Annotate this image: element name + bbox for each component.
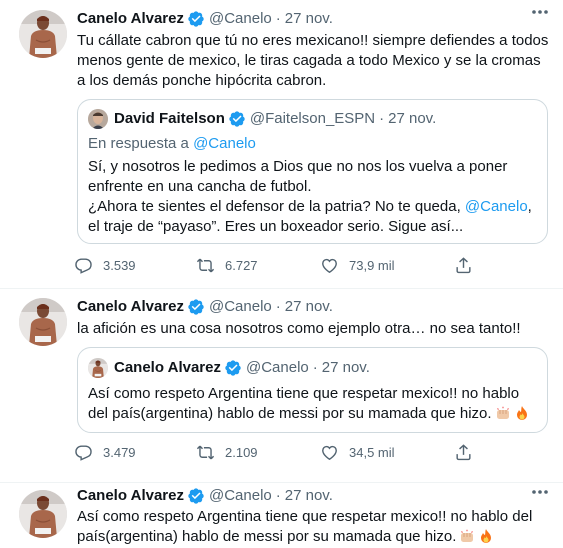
- like-icon: [322, 258, 337, 273]
- reply-button[interactable]: 3.539: [74, 254, 136, 276]
- verified-badge-icon: [187, 487, 205, 505]
- avatar-image: [19, 298, 67, 346]
- reply-icon: [75, 257, 92, 274]
- tweet-actions: 3.539 6.727 73,9 mil: [74, 254, 494, 276]
- quote-author-name: Canelo Alvarez: [114, 359, 221, 376]
- quote-text-2-before: ¿Ahora te sientes el defensor de la patr…: [88, 198, 465, 215]
- tweet-2[interactable]: Canelo Alvarez @Canelo · 27 nov. la afic…: [0, 289, 563, 483]
- fist-emoji-icon: [496, 406, 509, 419]
- quoted-tweet[interactable]: David Faitelson @Faitelson_ESPN · 27 nov…: [77, 99, 548, 244]
- verified-badge-icon: [224, 359, 242, 377]
- author-avatar[interactable]: [19, 298, 67, 346]
- verified-badge-icon: [228, 110, 246, 128]
- quote-avatar-image: [88, 109, 108, 129]
- author-avatar[interactable]: [19, 10, 67, 58]
- reply-prefix: En respuesta a: [88, 135, 189, 152]
- tweet-header: Canelo Alvarez @Canelo · 27 nov.: [77, 486, 333, 506]
- like-count: 34,5 mil: [349, 444, 395, 460]
- separator: ·: [275, 487, 281, 504]
- fist-emoji-icon: [461, 529, 474, 542]
- retweet-button[interactable]: 2.109: [196, 441, 258, 463]
- verified-badge-icon: [187, 298, 205, 316]
- tweet-text: la afición es una cosa nosotros como eje…: [77, 320, 521, 337]
- fire-emoji-icon: [481, 529, 492, 543]
- separator: ·: [275, 10, 281, 27]
- quote-author-handle: @Canelo: [246, 359, 309, 376]
- tweet-text: Así como respeto Argentina tiene que res…: [77, 507, 551, 547]
- reply-count: 3.539: [103, 257, 136, 273]
- more-icon[interactable]: [531, 9, 549, 15]
- retweet-count: 6.727: [225, 257, 258, 273]
- author-name[interactable]: Canelo Alvarez: [77, 297, 184, 317]
- author-name[interactable]: Canelo Alvarez: [77, 486, 184, 506]
- quote-header: Canelo Alvarez @Canelo · 27 nov.: [88, 358, 370, 378]
- separator: ·: [379, 110, 385, 127]
- tweet-feed: Canelo Alvarez @Canelo · 27 nov. Tu cáll…: [0, 0, 563, 548]
- quoted-tweet[interactable]: Canelo Alvarez @Canelo · 27 nov. Así com…: [77, 347, 548, 433]
- retweet-icon: [196, 258, 215, 272]
- quote-avatar: [88, 109, 108, 129]
- author-handle[interactable]: @Canelo: [209, 297, 272, 317]
- tweet-date[interactable]: 27 nov.: [285, 9, 333, 29]
- quote-text-body: Así como respeto Argentina tiene que res…: [88, 385, 520, 422]
- share-icon: [456, 256, 471, 273]
- quote-date: 27 nov.: [388, 110, 437, 127]
- tweet-header: Canelo Alvarez @Canelo · 27 nov.: [77, 297, 333, 317]
- quote-avatar-image: [88, 358, 108, 378]
- tweet-1[interactable]: Canelo Alvarez @Canelo · 27 nov. Tu cáll…: [0, 0, 563, 288]
- more-icon[interactable]: [531, 489, 549, 495]
- avatar-image: [19, 10, 67, 58]
- share-icon: [456, 443, 471, 460]
- tweet-3[interactable]: Canelo Alvarez @Canelo · 27 nov. Así com…: [0, 483, 563, 548]
- separator: ·: [312, 359, 318, 376]
- verified-badge-icon: [187, 10, 205, 28]
- author-handle[interactable]: @Canelo: [209, 486, 272, 506]
- fire-emoji-icon: [516, 406, 527, 420]
- tweet-actions: 3.479 2.109 34,5 mil: [74, 441, 494, 463]
- like-button[interactable]: 73,9 mil: [320, 254, 395, 276]
- tweet-header: Canelo Alvarez @Canelo · 27 nov.: [77, 9, 333, 29]
- quote-mention[interactable]: @Canelo: [465, 198, 528, 215]
- like-icon: [322, 445, 337, 460]
- reply-button[interactable]: 3.479: [74, 441, 136, 463]
- quote-author-name: David Faitelson: [114, 110, 225, 127]
- share-button[interactable]: [454, 254, 483, 276]
- like-button[interactable]: 34,5 mil: [320, 441, 395, 463]
- retweet-button[interactable]: 6.727: [196, 254, 258, 276]
- retweet-count: 2.109: [225, 444, 258, 460]
- retweet-icon: [196, 445, 215, 459]
- author-handle[interactable]: @Canelo: [209, 9, 272, 29]
- quote-text-1: Sí, y nosotros le pedimos a Dios que no …: [88, 158, 508, 195]
- quote-text-2: ¿Ahora te sientes el defensor de la patr…: [88, 197, 540, 237]
- tweet-date[interactable]: 27 nov.: [285, 297, 333, 317]
- author-avatar[interactable]: [19, 490, 67, 538]
- tweet-text: Tu cállate cabron que tú no eres mexican…: [77, 32, 549, 89]
- reply-icon: [75, 444, 92, 461]
- quote-author-handle: @Faitelson_ESPN: [249, 110, 376, 127]
- reply-context: En respuesta a @Canelo: [88, 134, 256, 154]
- quote-date: 27 nov.: [321, 359, 370, 376]
- quote-avatar: [88, 358, 108, 378]
- quote-header: David Faitelson @Faitelson_ESPN · 27 nov…: [88, 109, 436, 129]
- author-name[interactable]: Canelo Alvarez: [77, 9, 184, 29]
- reply-count: 3.479: [103, 444, 136, 460]
- avatar-image: [19, 490, 67, 538]
- like-count: 73,9 mil: [349, 257, 395, 273]
- tweet-date[interactable]: 27 nov.: [285, 486, 333, 506]
- reply-mention[interactable]: @Canelo: [193, 135, 256, 152]
- separator: ·: [275, 298, 281, 315]
- quote-text: Así como respeto Argentina tiene que res…: [88, 384, 540, 424]
- share-button[interactable]: [454, 441, 483, 463]
